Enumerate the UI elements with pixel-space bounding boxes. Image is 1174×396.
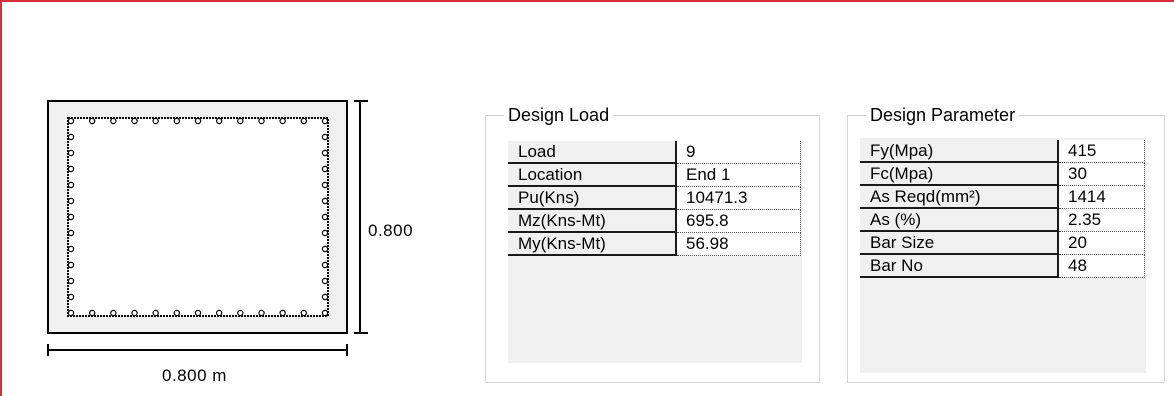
as-percent-label: As (%) <box>860 209 1059 232</box>
rebar-bar <box>88 309 96 317</box>
rebar-bar <box>131 117 138 125</box>
rebar-bar <box>279 309 286 317</box>
rebar-bar <box>110 309 117 317</box>
rebar-bar <box>131 309 138 317</box>
rebar-bar <box>321 149 329 157</box>
rebar-bar <box>67 133 75 141</box>
rebar-bar <box>321 293 329 301</box>
rebar-bar <box>194 117 202 125</box>
mz-label: Mz(Kns-Mt) <box>508 210 677 233</box>
design-load-group: Design Load Load 9 Location End 1 Pu(Kns… <box>485 103 820 383</box>
rebar-bar <box>300 117 308 125</box>
rebar-bar <box>300 309 308 317</box>
my-value[interactable]: 56.98 <box>677 233 801 256</box>
rebar-bar <box>258 117 265 125</box>
rebar-bar <box>321 309 329 317</box>
width-dimension-label: 0.800 m <box>162 366 227 385</box>
as-reqd-value[interactable]: 1414 <box>1059 186 1145 209</box>
column-section-drawing <box>47 100 368 356</box>
my-label: My(Kns-Mt) <box>508 233 677 256</box>
design-load-grid[interactable]: Load 9 Location End 1 Pu(Kns) 10471.3 Mz… <box>508 141 802 363</box>
rebar-bar <box>321 245 329 253</box>
rebar-bar <box>321 117 329 125</box>
pu-label: Pu(Kns) <box>508 187 677 210</box>
design-parameter-grid[interactable]: Fy(Mpa) 415 Fc(Mpa) 30 As Reqd(mm²) 1414… <box>860 138 1146 373</box>
fy-value[interactable]: 415 <box>1059 140 1145 163</box>
rebar-bar <box>88 117 96 125</box>
rebar-bar <box>67 245 75 253</box>
design-parameter-title: Design Parameter <box>866 103 1020 127</box>
load-value[interactable]: 9 <box>677 141 801 164</box>
mz-value[interactable]: 695.8 <box>677 210 801 233</box>
rebar-bar <box>321 197 329 205</box>
design-load-title: Design Load <box>504 103 614 127</box>
rebar-bar <box>279 117 286 125</box>
height-dimension-label: 0.800 <box>368 221 414 240</box>
rebar-bar <box>215 117 223 125</box>
rebar-bar <box>67 293 75 301</box>
bar-size-label: Bar Size <box>860 232 1059 255</box>
design-parameter-group: Design Parameter Fy(Mpa) 415 Fc(Mpa) 30 … <box>847 103 1165 383</box>
section-core <box>67 117 329 317</box>
rebar-bar <box>110 117 117 125</box>
rebar-bar <box>67 149 75 157</box>
rebar-bar <box>173 117 181 125</box>
rebar-bar <box>194 309 202 317</box>
rebar-bar <box>321 165 329 173</box>
location-label: Location <box>508 164 677 187</box>
rebar-bar <box>67 117 75 125</box>
rebar-bar <box>152 117 159 125</box>
rebar-bar <box>321 229 329 237</box>
location-value[interactable]: End 1 <box>677 164 801 187</box>
as-reqd-label: As Reqd(mm²) <box>860 186 1059 209</box>
rebar-bar <box>152 309 159 317</box>
as-percent-value[interactable]: 2.35 <box>1059 209 1145 232</box>
pu-value[interactable]: 10471.3 <box>677 187 801 210</box>
rebar-bar <box>321 181 329 189</box>
rebar-bar <box>258 309 265 317</box>
bar-no-label: Bar No <box>860 255 1059 278</box>
rebar-bar <box>67 309 75 317</box>
rebar-bar <box>67 181 75 189</box>
bar-size-value[interactable]: 20 <box>1059 232 1145 255</box>
rebar-bar <box>67 197 75 205</box>
rebar-bar <box>321 277 329 285</box>
fy-label: Fy(Mpa) <box>860 140 1059 163</box>
rebar-bar <box>67 229 75 237</box>
rebar-bar <box>67 261 75 269</box>
rebar-bar <box>215 309 223 317</box>
load-label: Load <box>508 141 677 164</box>
rebar-bar <box>321 213 329 221</box>
rebar-bar <box>321 261 329 269</box>
rebar-bar <box>173 309 181 317</box>
bar-no-value[interactable]: 48 <box>1059 255 1145 278</box>
rebar-bar <box>67 277 75 285</box>
rebar-bar <box>321 133 329 141</box>
fc-value[interactable]: 30 <box>1059 163 1145 186</box>
rebar-bar <box>67 165 75 173</box>
rebar-bar <box>237 117 244 125</box>
rebar-bar <box>237 309 244 317</box>
fc-label: Fc(Mpa) <box>860 163 1059 186</box>
rebar-bar <box>67 213 75 221</box>
